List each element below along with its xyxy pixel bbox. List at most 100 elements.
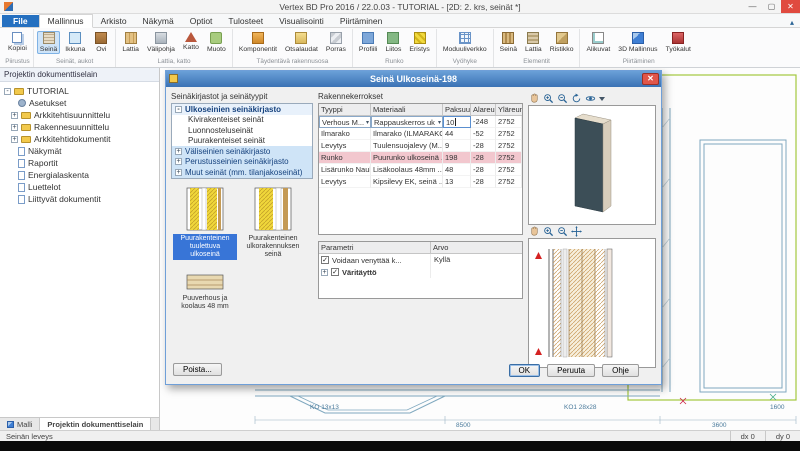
- layer-row[interactable]: Verhous M...▾ Rappauskerros uk▾ 10 -248 …: [319, 116, 522, 128]
- expand-icon[interactable]: +: [175, 169, 182, 176]
- checkbox-checked-icon[interactable]: ✓: [331, 268, 339, 276]
- maximize-button[interactable]: ▢: [762, 0, 781, 13]
- ribbon-button-ristikko[interactable]: Ristikko: [547, 31, 577, 54]
- chevron-down-icon[interactable]: [599, 97, 605, 101]
- wall-type-thumbnail[interactable]: Puurakenteinen ulkorakennuksen seinä: [241, 186, 305, 260]
- ribbon-button-moduuliverkko[interactable]: Moduuliverkko: [440, 31, 490, 54]
- ribbon-button-liitos[interactable]: Liitos: [382, 31, 404, 54]
- ribbon-tab-optiot[interactable]: Optiot: [182, 15, 221, 27]
- tree-item[interactable]: Asetukset: [2, 97, 159, 109]
- ribbon-tab-visualisointi[interactable]: Visualisointi: [271, 15, 332, 27]
- tree-item[interactable]: +Arkkitehtisuunnittelu: [2, 109, 159, 121]
- ok-button[interactable]: OK: [509, 364, 541, 377]
- minimize-button[interactable]: —: [743, 0, 762, 13]
- wall-type-thumbnail-selected[interactable]: Puurakenteinen tuulettuva ulkoseinä: [173, 186, 237, 260]
- preview-section-view[interactable]: [528, 238, 656, 368]
- layer-row[interactable]: Levytys Kipsilevy EK, seinä ... 13 -28 2…: [319, 176, 522, 188]
- tree-item[interactable]: -TUTORIAL: [2, 85, 159, 97]
- collapse-icon[interactable]: -: [175, 106, 182, 113]
- expand-icon[interactable]: +: [175, 158, 182, 165]
- preview-3d-view[interactable]: [528, 105, 656, 225]
- thickness-input[interactable]: 10: [443, 116, 471, 128]
- dialog-close-icon[interactable]: ✕: [642, 73, 659, 85]
- tab-projektin-dokumenttiselain[interactable]: Projektin dokumenttiselain: [40, 418, 151, 430]
- ribbon-button-profiili[interactable]: Profiili: [356, 31, 381, 54]
- library-item[interactable]: +Muut seinät (mm. tilanjakoseinät): [172, 167, 312, 178]
- peruuta-button[interactable]: Peruuta: [547, 364, 595, 377]
- library-item[interactable]: -Ulkoseinien seinäkirjasto: [172, 104, 312, 115]
- expand-icon[interactable]: +: [11, 136, 18, 143]
- collapse-icon[interactable]: -: [4, 88, 11, 95]
- layer-row[interactable]: Lisärunko Naula... Lisäkoolaus 48mm ... …: [319, 164, 522, 176]
- type-dropdown[interactable]: Verhous M...▾: [319, 116, 371, 128]
- tree-item[interactable]: +Rakennesuunnittelu: [2, 121, 159, 133]
- ribbon-button-muoto[interactable]: Muoto: [204, 31, 229, 54]
- ribbon-button-otsalaudat[interactable]: Otsalaudat: [282, 31, 321, 54]
- hand-icon[interactable]: [529, 93, 540, 104]
- drawing-canvas[interactable]: KO 13x13 8500 KO1 28x28 3600 1600 Seinä …: [160, 68, 800, 430]
- ribbon-collapse-icon[interactable]: ▴: [784, 18, 800, 27]
- library-item[interactable]: Kivirakenteiset seinät: [172, 115, 312, 126]
- tree-item[interactable]: +Arkkitehtidokumentit: [2, 133, 159, 145]
- rotate-icon[interactable]: [571, 93, 582, 104]
- ribbon-button-porras[interactable]: Porras: [323, 31, 349, 54]
- ribbon-button-3d-mallinnus[interactable]: 3D Mallinnus: [615, 31, 660, 54]
- ribbon-button-kopioi[interactable]: Kopioi: [5, 31, 30, 53]
- ribbon-button-lattia[interactable]: Lattia: [119, 31, 142, 54]
- expand-icon[interactable]: +: [175, 148, 182, 155]
- expand-icon[interactable]: +: [11, 112, 18, 119]
- sidebar-bottom-tabs: Malli Projektin dokumenttiselain: [0, 417, 159, 430]
- ohje-button[interactable]: Ohje: [602, 364, 639, 377]
- ribbon-button-tyokalut[interactable]: Työkalut: [663, 31, 694, 54]
- wall-type-thumbnail[interactable]: Puuverhous ja koolaus 48 mm: [173, 272, 237, 312]
- ribbon-tab-tulosteet[interactable]: Tulosteet: [220, 15, 271, 27]
- material-dropdown[interactable]: Rappauskerros uk▾: [371, 116, 443, 128]
- ribbon-button-valipohja[interactable]: Välipohja: [144, 31, 178, 54]
- library-item[interactable]: +Perustusseinien seinäkirjasto: [172, 157, 312, 168]
- parameter-row[interactable]: +✓Väritäyttö: [319, 266, 522, 278]
- zoom-out-icon[interactable]: [557, 226, 568, 237]
- ribbon-button-ikkuna[interactable]: Ikkuna: [62, 31, 88, 54]
- ribbon-tab-file[interactable]: File: [2, 15, 39, 27]
- ribbon-tab-nakyma[interactable]: Näkymä: [135, 15, 182, 27]
- layer-row-selected[interactable]: Runko Puurunko ulkoseinä ... 198 -28 275…: [319, 152, 522, 164]
- ribbon-button-komponentit[interactable]: Komponentit: [236, 31, 280, 54]
- ribbon-button-ovi[interactable]: Ovi: [90, 31, 112, 54]
- ribbon-button-katto[interactable]: Katto: [180, 31, 202, 52]
- ribbon-group-runko: Profiili Liitos Eristys Runko: [353, 29, 437, 67]
- tree-item[interactable]: Raportit: [2, 157, 159, 169]
- layer-row[interactable]: Ilmarako Ilmarako (ILMARAKO) 44 -52 2752: [319, 128, 522, 140]
- poista-button[interactable]: Poista...: [173, 363, 222, 376]
- ribbon-tab-piirtaminen[interactable]: Piirtäminen: [332, 15, 391, 27]
- tree-item[interactable]: Näkymät: [2, 145, 159, 157]
- pan-icon[interactable]: [571, 226, 582, 237]
- ribbon-group-elementit: Seinä Lattia Ristikko Elementit: [494, 29, 581, 67]
- ribbon-button-alikuvat[interactable]: Alikuvat: [583, 31, 613, 54]
- library-item[interactable]: Puurakenteiset seinät: [172, 136, 312, 147]
- expand-icon[interactable]: +: [11, 124, 18, 131]
- layer-row[interactable]: Levytys Tuulensuojalevy (M... 9 -28 2752: [319, 140, 522, 152]
- parameter-row[interactable]: ✓Voidaan venyttää k... Kyllä: [319, 254, 522, 266]
- zoom-out-icon[interactable]: [557, 93, 568, 104]
- expand-icon[interactable]: +: [321, 269, 328, 276]
- library-item[interactable]: +Väliseinien seinäkirjasto: [172, 146, 312, 157]
- hand-icon[interactable]: [529, 226, 540, 237]
- close-button[interactable]: ✕: [781, 0, 800, 13]
- ribbon-button-seina-elementti[interactable]: Seinä: [497, 31, 520, 54]
- ribbon-button-lattia-elementti[interactable]: Lattia: [522, 31, 545, 54]
- library-item[interactable]: Luonnosteluseinät: [172, 125, 312, 136]
- ribbon-tab-arkisto[interactable]: Arkisto: [93, 15, 135, 27]
- orbit-icon[interactable]: [585, 93, 596, 104]
- ribbon-button-eristys[interactable]: Eristys: [406, 31, 432, 54]
- dialog-title-bar[interactable]: Seinä Ulkoseinä-198 ✕: [166, 71, 661, 87]
- zoom-in-icon[interactable]: [543, 226, 554, 237]
- tab-malli[interactable]: Malli: [0, 418, 40, 430]
- tree-item[interactable]: Liittyvät dokumentit: [2, 193, 159, 205]
- dimension-label: KO 13x13: [310, 404, 339, 411]
- tree-item[interactable]: Energialaskenta: [2, 169, 159, 181]
- checkbox-checked-icon[interactable]: ✓: [321, 256, 329, 264]
- ribbon-button-seina[interactable]: Seinä: [37, 31, 60, 54]
- tree-item[interactable]: Luettelot: [2, 181, 159, 193]
- ribbon-tab-mallinnus[interactable]: Mallinnus: [39, 14, 93, 28]
- zoom-in-icon[interactable]: [543, 93, 554, 104]
